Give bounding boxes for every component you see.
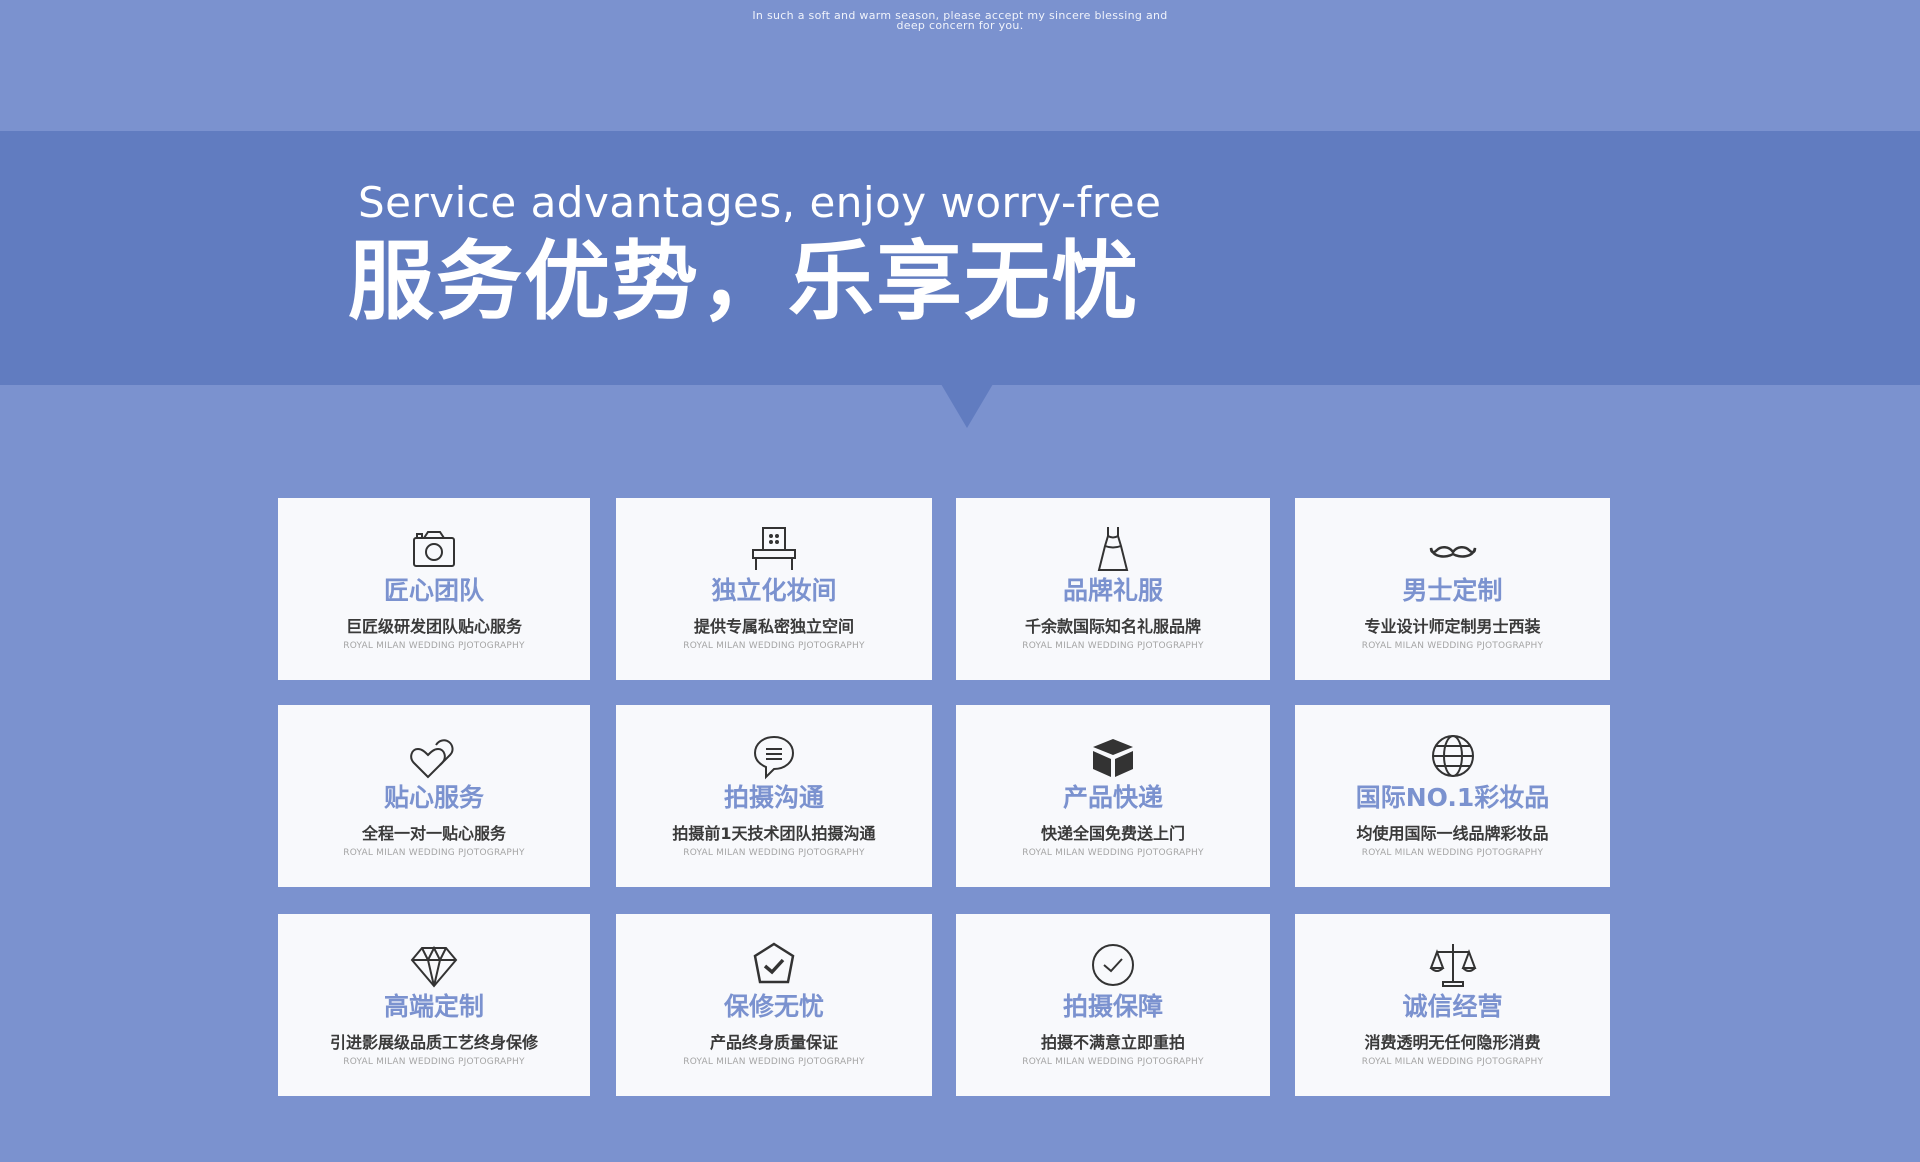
dress-icon bbox=[1087, 524, 1139, 574]
service-card-product-delivery: 产品快递 快递全国免费送上门 ROYAL MILAN WEDDING PJOTO… bbox=[956, 705, 1270, 887]
shield-check-icon bbox=[748, 940, 800, 990]
service-card-high-end-custom: 高端定制 引进影展级品质工艺终身保修 ROYAL MILAN WEDDING P… bbox=[278, 914, 590, 1096]
card-sub: ROYAL MILAN WEDDING PJOTOGRAPHY bbox=[1361, 848, 1544, 858]
card-desc: 千余款国际知名礼服品牌 bbox=[1024, 617, 1201, 636]
top-blessing-text: In such a soft and warm season, please a… bbox=[0, 10, 1920, 32]
diamond-icon bbox=[408, 940, 460, 990]
package-box-icon bbox=[1087, 731, 1139, 781]
card-title: 保修无忧 bbox=[723, 992, 824, 1021]
banner-pointer bbox=[941, 384, 993, 428]
service-card-shoot-communication: 拍摄沟通 拍摄前1天技术团队拍摄沟通 ROYAL MILAN WEDDING P… bbox=[616, 705, 932, 887]
card-desc: 提供专属私密独立空间 bbox=[693, 617, 854, 636]
card-desc: 巨匠级研发团队贴心服务 bbox=[345, 617, 522, 636]
blessing-line-2: deep concern for you. bbox=[896, 19, 1024, 32]
page: In such a soft and warm season, please a… bbox=[0, 0, 1920, 1162]
card-title: 诚信经营 bbox=[1402, 992, 1503, 1021]
card-title: 国际NO.1彩妆品 bbox=[1355, 783, 1550, 812]
card-title: 独立化妆间 bbox=[711, 576, 837, 605]
mustache-icon bbox=[1427, 524, 1479, 574]
card-title: 品牌礼服 bbox=[1062, 576, 1163, 605]
card-sub: ROYAL MILAN WEDDING PJOTOGRAPHY bbox=[1361, 1057, 1544, 1067]
card-sub: ROYAL MILAN WEDDING PJOTOGRAPHY bbox=[1022, 641, 1204, 651]
service-card-shoot-guarantee: 拍摄保障 拍摄不满意立即重拍 ROYAL MILAN WEDDING PJOTO… bbox=[956, 914, 1270, 1096]
card-sub: ROYAL MILAN WEDDING PJOTOGRAPHY bbox=[683, 848, 865, 858]
card-desc: 拍摄前1天技术团队拍摄沟通 bbox=[672, 824, 876, 843]
card-desc: 引进影展级品质工艺终身保修 bbox=[329, 1033, 538, 1052]
card-desc: 消费透明无任何隐形消费 bbox=[1364, 1033, 1541, 1052]
card-sub: ROYAL MILAN WEDDING PJOTOGRAPHY bbox=[683, 641, 865, 651]
card-sub: ROYAL MILAN WEDDING PJOTOGRAPHY bbox=[1022, 848, 1204, 858]
card-title: 男士定制 bbox=[1402, 576, 1503, 605]
service-card-warranty: 保修无忧 产品终身质量保证 ROYAL MILAN WEDDING PJOTOG… bbox=[616, 914, 932, 1096]
check-circle-icon bbox=[1087, 940, 1139, 990]
card-sub: ROYAL MILAN WEDDING PJOTOGRAPHY bbox=[1361, 641, 1544, 651]
card-title: 拍摄沟通 bbox=[723, 783, 824, 812]
two-hearts-icon bbox=[408, 731, 460, 781]
vanity-mirror-icon bbox=[748, 524, 800, 574]
service-card-integrity: 诚信经营 消费透明无任何隐形消费 ROYAL MILAN WEDDING PJO… bbox=[1295, 914, 1610, 1096]
card-sub: ROYAL MILAN WEDDING PJOTOGRAPHY bbox=[683, 1057, 865, 1067]
balance-scale-icon bbox=[1427, 940, 1479, 990]
card-title: 产品快递 bbox=[1062, 783, 1163, 812]
service-card-caring-service: 贴心服务 全程一对一贴心服务 ROYAL MILAN WEDDING PJOTO… bbox=[278, 705, 590, 887]
service-card-brand-gown: 品牌礼服 千余款国际知名礼服品牌 ROYAL MILAN WEDDING PJO… bbox=[956, 498, 1270, 680]
service-card-cosmetics: 国际NO.1彩妆品 均使用国际一线品牌彩妆品 ROYAL MILAN WEDDI… bbox=[1295, 705, 1610, 887]
card-sub: ROYAL MILAN WEDDING PJOTOGRAPHY bbox=[1022, 1057, 1204, 1067]
card-title: 拍摄保障 bbox=[1062, 992, 1163, 1021]
banner-title-en: Service advantages, enjoy worry-free bbox=[358, 178, 1162, 227]
chat-bubble-icon bbox=[748, 731, 800, 781]
service-card-craft-team: 匠心团队 巨匠级研发团队贴心服务 ROYAL MILAN WEDDING PJO… bbox=[278, 498, 590, 680]
globe-icon bbox=[1427, 731, 1479, 781]
card-sub: ROYAL MILAN WEDDING PJOTOGRAPHY bbox=[343, 641, 525, 651]
card-desc: 产品终身质量保证 bbox=[709, 1033, 838, 1052]
card-sub: ROYAL MILAN WEDDING PJOTOGRAPHY bbox=[343, 1057, 525, 1067]
card-title: 匠心团队 bbox=[383, 576, 484, 605]
service-card-menswear: 男士定制 专业设计师定制男士西装 ROYAL MILAN WEDDING PJO… bbox=[1295, 498, 1610, 680]
card-desc: 全程一对一贴心服务 bbox=[361, 824, 506, 843]
service-card-makeup-room: 独立化妆间 提供专属私密独立空间 ROYAL MILAN WEDDING PJO… bbox=[616, 498, 932, 680]
card-title: 高端定制 bbox=[383, 992, 484, 1021]
card-title: 贴心服务 bbox=[383, 783, 484, 812]
card-desc: 均使用国际一线品牌彩妆品 bbox=[1356, 824, 1549, 843]
camera-icon bbox=[408, 524, 460, 574]
card-desc: 专业设计师定制男士西装 bbox=[1364, 617, 1541, 636]
banner-title-cn: 服务优势，乐享无忧 bbox=[348, 232, 1140, 332]
card-sub: ROYAL MILAN WEDDING PJOTOGRAPHY bbox=[343, 848, 525, 858]
card-desc: 拍摄不满意立即重拍 bbox=[1040, 1033, 1185, 1052]
card-desc: 快递全国免费送上门 bbox=[1040, 824, 1185, 843]
